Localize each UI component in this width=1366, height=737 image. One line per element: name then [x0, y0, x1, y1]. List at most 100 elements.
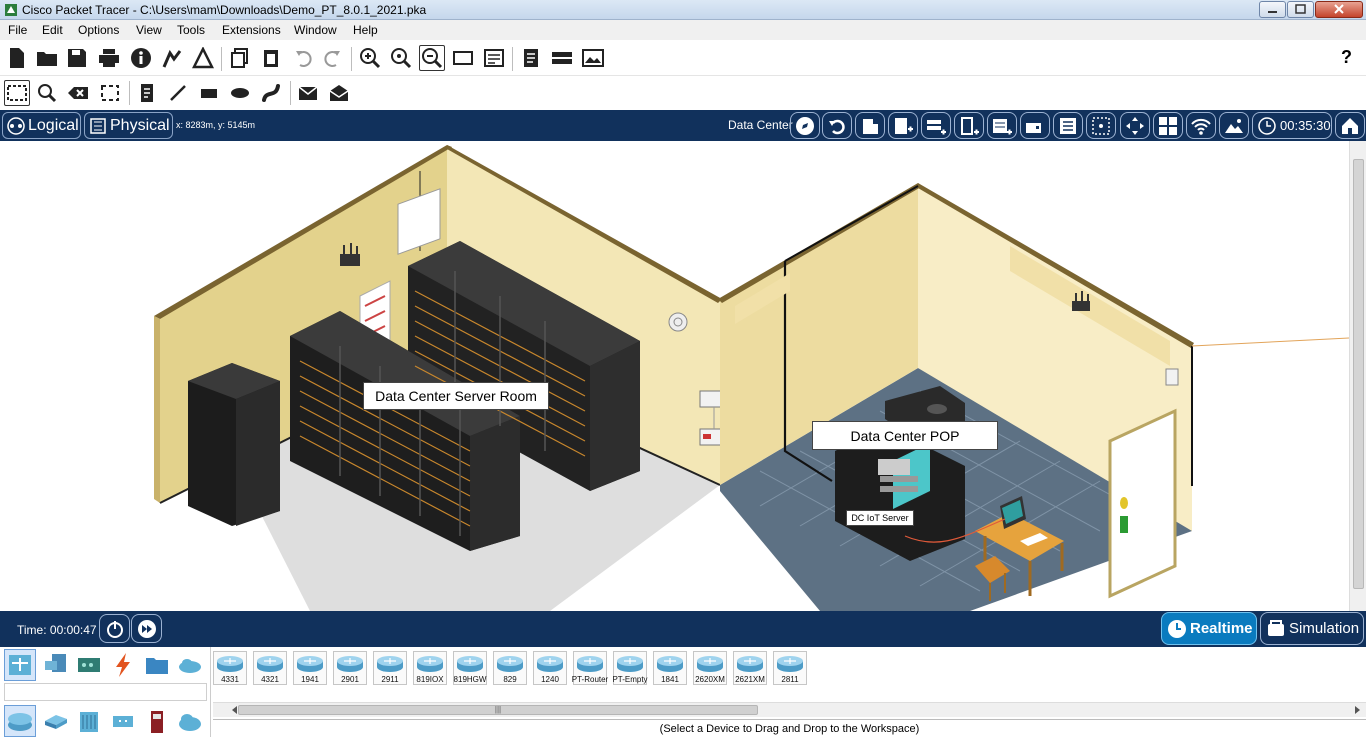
- menu-help[interactable]: Help: [353, 23, 378, 37]
- fast-forward-button[interactable]: [131, 614, 162, 643]
- device-2901[interactable]: 2901: [333, 651, 367, 685]
- delete-icon[interactable]: [65, 80, 91, 106]
- subcategory-wan-emulation[interactable]: [174, 705, 206, 737]
- menu-window[interactable]: Window: [294, 23, 337, 37]
- simple-pdu-icon[interactable]: [295, 80, 321, 106]
- copy-icon[interactable]: [227, 45, 253, 71]
- open-folder-icon[interactable]: [34, 45, 60, 71]
- device-2621xm[interactable]: 2621XM: [733, 651, 767, 685]
- device-829[interactable]: 829: [493, 651, 527, 685]
- notes-icon[interactable]: [518, 45, 544, 71]
- image-icon[interactable]: [580, 45, 606, 71]
- subcategory-switches[interactable]: [40, 705, 72, 737]
- inspect-icon[interactable]: [34, 80, 60, 106]
- help-button[interactable]: ?: [1341, 47, 1352, 68]
- zoom-out-icon[interactable]: [419, 45, 445, 71]
- physical-workspace[interactable]: Data Center Server Room Data Center POP …: [0, 141, 1366, 611]
- category-miscellaneous[interactable]: [141, 649, 173, 681]
- physical-view-button[interactable]: Physical: [84, 112, 173, 139]
- tile-view-button[interactable]: [1153, 112, 1183, 139]
- zoom-reset-icon[interactable]: [388, 45, 414, 71]
- device-2811[interactable]: 2811: [773, 651, 807, 685]
- simulation-mode-button[interactable]: Simulation: [1260, 612, 1364, 645]
- iot-server-label[interactable]: DC IoT Server: [846, 510, 914, 526]
- minimize-button[interactable]: [1259, 1, 1286, 18]
- power-cycle-button[interactable]: [99, 614, 130, 643]
- environment-clock[interactable]: 00:35:30: [1252, 112, 1332, 139]
- device-1841[interactable]: 1841: [653, 651, 687, 685]
- undo-icon[interactable]: [290, 45, 316, 71]
- draw-ellipse-icon[interactable]: [227, 80, 253, 106]
- menu-view[interactable]: View: [136, 23, 162, 37]
- save-icon[interactable]: [64, 45, 90, 71]
- device-819iox[interactable]: 819IOX: [413, 651, 447, 685]
- resize-shape-icon[interactable]: [97, 80, 123, 106]
- category-multiuser[interactable]: [174, 649, 206, 681]
- freeform-icon[interactable]: [258, 80, 284, 106]
- zoom-in-icon[interactable]: [357, 45, 383, 71]
- category-network-devices[interactable]: [4, 649, 36, 681]
- menu-options[interactable]: Options: [78, 23, 119, 37]
- device-4321[interactable]: 4321: [253, 651, 287, 685]
- scroll-right-arrow-icon[interactable]: [1351, 704, 1363, 716]
- new-table-button[interactable]: [987, 112, 1017, 139]
- network-info-icon[interactable]: [190, 45, 216, 71]
- navigation-panel-button[interactable]: [790, 112, 820, 139]
- new-city-button[interactable]: [888, 112, 918, 139]
- pop-room-label[interactable]: Data Center POP: [812, 421, 998, 450]
- device-pt-router[interactable]: PT-Router: [572, 651, 608, 685]
- new-rack-button[interactable]: [921, 112, 951, 139]
- subcategory-security[interactable]: [141, 705, 173, 737]
- drawing-palette-icon[interactable]: [450, 45, 476, 71]
- new-file-icon[interactable]: [4, 45, 30, 71]
- print-icon[interactable]: [96, 45, 122, 71]
- menu-edit[interactable]: Edit: [42, 23, 63, 37]
- back-button[interactable]: [822, 112, 852, 139]
- select-icon[interactable]: [4, 80, 30, 106]
- menu-file[interactable]: File: [8, 23, 27, 37]
- maximize-button[interactable]: [1287, 1, 1314, 18]
- category-end-devices[interactable]: [40, 649, 72, 681]
- device-template-icon[interactable]: [549, 45, 575, 71]
- subcategory-hubs[interactable]: [73, 705, 105, 737]
- vertical-scroll-thumb[interactable]: [1353, 159, 1364, 589]
- horizontal-scroll-thumb[interactable]: |||: [238, 705, 758, 715]
- draw-rectangle-icon[interactable]: [196, 80, 222, 106]
- draw-line-icon[interactable]: [165, 80, 191, 106]
- home-button[interactable]: [1335, 112, 1365, 139]
- new-cabinet-button[interactable]: [1020, 112, 1050, 139]
- server-room-label[interactable]: Data Center Server Room: [363, 382, 549, 410]
- device-1941[interactable]: 1941: [293, 651, 327, 685]
- activity-wizard-icon[interactable]: [159, 45, 185, 71]
- device-2911[interactable]: 2911: [373, 651, 407, 685]
- wireless-range-button[interactable]: [1186, 112, 1216, 139]
- subcategory-routers[interactable]: [4, 705, 36, 737]
- device-1240[interactable]: 1240: [533, 651, 567, 685]
- subcategory-wireless[interactable]: [107, 705, 139, 737]
- close-button[interactable]: [1315, 1, 1363, 18]
- category-components[interactable]: [73, 649, 105, 681]
- device-4331[interactable]: 4331: [213, 651, 247, 685]
- set-background-button[interactable]: [1053, 112, 1083, 139]
- device-list-horizontal-scrollbar[interactable]: |||: [213, 702, 1366, 717]
- environment-button[interactable]: [1219, 112, 1249, 139]
- grid-button[interactable]: [1086, 112, 1116, 139]
- menu-tools[interactable]: Tools: [177, 23, 205, 37]
- category-connections[interactable]: [107, 649, 139, 681]
- logical-view-button[interactable]: Logical: [2, 112, 81, 139]
- move-object-button[interactable]: [1120, 112, 1150, 139]
- device-2620xm[interactable]: 2620XM: [693, 651, 727, 685]
- device-category-field[interactable]: [4, 683, 207, 701]
- workspace-vertical-scrollbar[interactable]: [1349, 141, 1366, 611]
- device-pt-empty[interactable]: PT-Empty: [612, 651, 648, 685]
- info-icon[interactable]: [128, 45, 154, 71]
- paste-icon[interactable]: [258, 45, 284, 71]
- new-building-button[interactable]: [855, 112, 885, 139]
- place-note-icon[interactable]: [134, 80, 160, 106]
- custom-devices-icon[interactable]: [481, 45, 507, 71]
- device-819hgw[interactable]: 819HGW: [453, 651, 487, 685]
- redo-icon[interactable]: [320, 45, 346, 71]
- complex-pdu-icon[interactable]: [326, 80, 352, 106]
- new-closet-button[interactable]: [954, 112, 984, 139]
- realtime-mode-button[interactable]: Realtime: [1161, 612, 1257, 645]
